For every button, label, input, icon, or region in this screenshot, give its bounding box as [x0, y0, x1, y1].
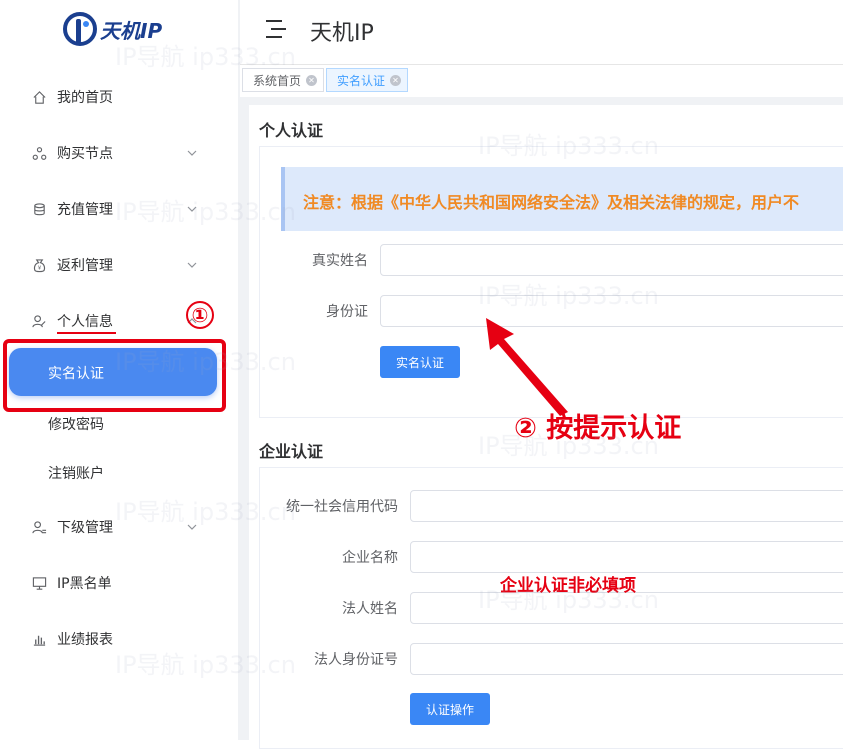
legal-person-id-label: 法人身份证号	[314, 652, 398, 668]
enterprise-verify-button[interactable]: 认证操作	[410, 693, 490, 725]
annotation-highlight-box	[3, 339, 226, 412]
sidebar-item-rebate[interactable]: ¥ 返利管理	[0, 247, 238, 283]
sidebar-item-label: 购买节点	[57, 146, 113, 162]
real-name-label: 真实姓名	[312, 253, 368, 269]
sidebar-item-home[interactable]: 我的首页	[0, 79, 238, 115]
money-bag-icon: ¥	[31, 257, 47, 273]
close-icon[interactable]: ✕	[390, 74, 402, 86]
tab-real-name[interactable]: 实名认证 ✕	[326, 68, 409, 92]
tabs-bar: 系统首页 ✕ 实名认证 ✕	[240, 64, 843, 98]
legal-person-name-input[interactable]	[410, 592, 843, 624]
logo-mark-icon	[63, 12, 97, 46]
annotation-step-1: ①	[186, 301, 214, 329]
real-name-verify-button[interactable]: 实名认证	[380, 346, 460, 378]
top-header: 天机IP	[240, 0, 843, 64]
sidebar-item-label: 个人信息	[57, 314, 113, 330]
svg-text:¥: ¥	[37, 265, 41, 271]
sidebar: 天机IP 我的首页 购买节点 充值管理 ¥ 返利管理 个人信息 ① 实名认证 修…	[0, 0, 238, 740]
logo-text: 天机IP	[100, 18, 163, 43]
home-icon	[31, 89, 47, 105]
sidebar-item-buy-nodes[interactable]: 购买节点	[0, 135, 238, 171]
sidebar-item-label: 返利管理	[57, 258, 113, 274]
database-icon	[31, 201, 47, 217]
user-list-icon	[31, 519, 47, 535]
user-edit-icon	[31, 313, 47, 329]
section-title-enterprise: 企业认证	[259, 442, 324, 461]
id-card-input[interactable]	[380, 295, 843, 327]
chevron-down-icon	[187, 262, 197, 268]
credit-code-input[interactable]	[410, 490, 843, 522]
chevron-down-icon	[187, 206, 197, 212]
logo[interactable]: 天机IP	[62, 8, 162, 50]
tab-label: 系统首页	[253, 73, 302, 88]
sidebar-item-performance-report[interactable]: 业绩报表	[0, 621, 238, 657]
tab-system-home[interactable]: 系统首页 ✕	[242, 68, 325, 92]
sidebar-item-recharge[interactable]: 充值管理	[0, 191, 238, 227]
page-title: 天机IP	[310, 21, 374, 46]
sidebar-item-label: 下级管理	[57, 520, 113, 536]
close-icon[interactable]: ✕	[306, 74, 318, 86]
monitor-icon	[31, 575, 47, 591]
sidebar-sub-item-change-password[interactable]: 修改密码	[48, 414, 104, 434]
id-card-label: 身份证	[326, 304, 368, 320]
sidebar-item-subordinates[interactable]: 下级管理	[0, 509, 238, 545]
menu-toggle-icon[interactable]	[262, 18, 288, 40]
credit-code-label: 统一社会信用代码	[286, 499, 398, 515]
sidebar-item-label: 充值管理	[57, 202, 113, 218]
chevron-down-icon	[187, 524, 197, 530]
bar-chart-icon	[31, 631, 47, 647]
legal-notice-text: 注意：根据《中华人民共和国网络安全法》及相关法律的规定，用户不	[303, 193, 800, 212]
annotation-step-2: ② 按提示认证	[514, 413, 682, 444]
nodes-icon	[31, 145, 47, 161]
chevron-down-icon	[187, 150, 197, 156]
section-title-personal: 个人认证	[259, 121, 324, 140]
legal-person-id-input[interactable]	[410, 643, 843, 675]
legal-notice: 注意：根据《中华人民共和国网络安全法》及相关法律的规定，用户不	[281, 167, 843, 231]
sidebar-item-label: 业绩报表	[57, 632, 113, 648]
tab-label: 实名认证	[337, 73, 386, 88]
sidebar-item-label: 我的首页	[57, 90, 113, 106]
annotation-underline	[57, 332, 116, 334]
company-name-label: 企业名称	[342, 550, 398, 566]
legal-person-name-label: 法人姓名	[342, 601, 398, 617]
annotation-enterprise-optional: 企业认证非必填项	[500, 576, 636, 596]
sidebar-sub-item-cancel-account[interactable]: 注销账户	[48, 463, 104, 483]
company-name-input[interactable]	[410, 541, 843, 573]
real-name-input[interactable]	[380, 244, 843, 276]
sidebar-item-label: IP黑名单	[57, 576, 112, 592]
sidebar-item-ip-blacklist[interactable]: IP黑名单	[0, 565, 238, 601]
